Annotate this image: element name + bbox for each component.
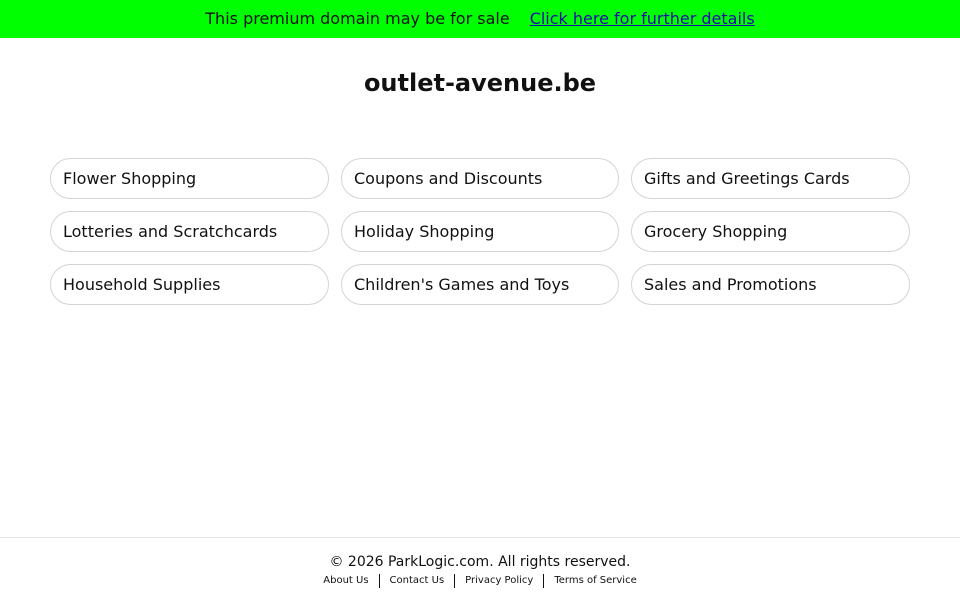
copyright-text: © 2026 ParkLogic.com. All rights reserve… bbox=[329, 554, 631, 570]
category-link-household-supplies[interactable]: Household Supplies bbox=[50, 264, 329, 305]
main-content: outlet-avenue.be Flower Shopping Coupons… bbox=[0, 38, 960, 537]
category-link-flower-shopping[interactable]: Flower Shopping bbox=[50, 158, 329, 199]
category-link-sales-and-promotions[interactable]: Sales and Promotions bbox=[631, 264, 910, 305]
category-link-coupons-and-discounts[interactable]: Coupons and Discounts bbox=[341, 158, 619, 199]
category-grid: Flower Shopping Coupons and Discounts Gi… bbox=[50, 158, 910, 305]
category-link-childrens-games-and-toys[interactable]: Children's Games and Toys bbox=[341, 264, 619, 305]
category-link-holiday-shopping[interactable]: Holiday Shopping bbox=[341, 211, 619, 252]
category-link-grocery-shopping[interactable]: Grocery Shopping bbox=[631, 211, 910, 252]
about-us-link[interactable]: About Us bbox=[313, 574, 378, 588]
sale-banner-text: This premium domain may be for sale bbox=[205, 9, 510, 28]
contact-us-link[interactable]: Contact Us bbox=[380, 574, 455, 588]
category-link-gifts-and-greetings-cards[interactable]: Gifts and Greetings Cards bbox=[631, 158, 910, 199]
site-title: outlet-avenue.be bbox=[363, 69, 597, 97]
footer-links: About Us Contact Us Privacy Policy Terms… bbox=[0, 574, 960, 588]
category-link-lotteries-and-scratchcards[interactable]: Lotteries and Scratchcards bbox=[50, 211, 329, 252]
sale-banner: This premium domain may be for sale Clic… bbox=[0, 0, 960, 38]
footer: © 2026 ParkLogic.com. All rights reserve… bbox=[0, 537, 960, 600]
privacy-policy-link[interactable]: Privacy Policy bbox=[455, 574, 543, 588]
further-details-link[interactable]: Click here for further details bbox=[530, 0, 755, 38]
terms-of-service-link[interactable]: Terms of Service bbox=[544, 574, 646, 588]
